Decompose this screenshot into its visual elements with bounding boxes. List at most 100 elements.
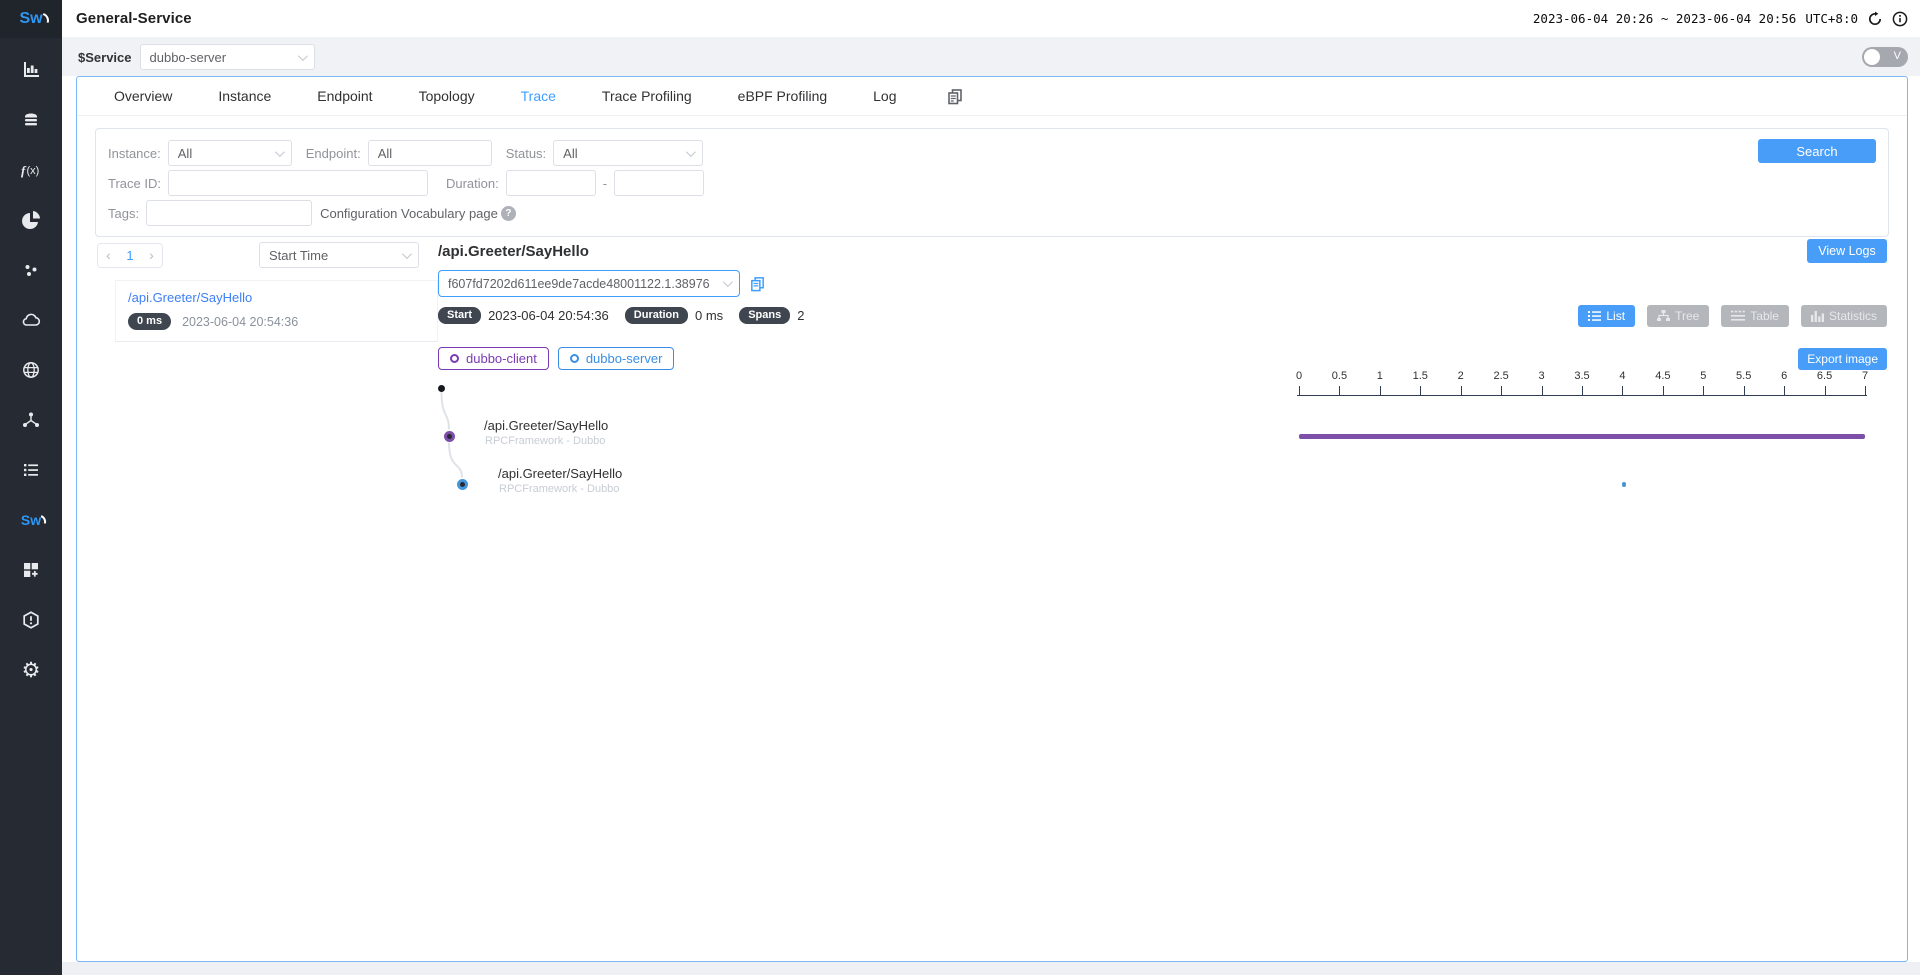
service-bar: $Service dubbo-server V xyxy=(62,38,1920,76)
meta-value-duration: 0 ms xyxy=(695,308,723,323)
axis-tick-label: 2.5 xyxy=(1493,370,1508,382)
pagination: ‹ 1 › xyxy=(97,243,163,268)
axis-tick-label: 6 xyxy=(1781,370,1787,382)
toggle-label: V xyxy=(1894,50,1901,62)
chevron-down-icon xyxy=(686,147,696,157)
sort-select[interactable]: Start Time xyxy=(259,242,419,268)
tab-ebpf-profiling[interactable]: eBPF Profiling xyxy=(715,77,850,116)
view-mode-label: Statistics xyxy=(1829,309,1877,323)
trace-meta: Start2023-06-04 20:54:36Duration0 msSpan… xyxy=(438,307,820,324)
axis-tick-mark xyxy=(1744,386,1745,395)
tab-instance[interactable]: Instance xyxy=(195,77,294,116)
view-mode-label: List xyxy=(1606,309,1625,323)
docs-copy-icon[interactable] xyxy=(946,87,964,105)
tree-view-button[interactable]: Tree xyxy=(1647,305,1709,327)
search-button[interactable]: Search xyxy=(1758,139,1876,163)
legend-dubbo-client[interactable]: dubbo-client xyxy=(438,347,549,370)
tree-view-icon xyxy=(1657,310,1670,322)
svg-text:(x): (x) xyxy=(27,165,40,177)
statistics-view-button[interactable]: Statistics xyxy=(1801,305,1887,327)
axis-tick-label: 7 xyxy=(1862,370,1868,382)
duration-separator: - xyxy=(603,176,607,191)
globe-icon[interactable] xyxy=(19,358,43,382)
auto-refresh-toggle[interactable]: V xyxy=(1862,47,1908,67)
tab-trace[interactable]: Trace xyxy=(498,77,579,116)
service-select-value: dubbo-server xyxy=(150,50,227,65)
service-select[interactable]: dubbo-server xyxy=(140,44,315,70)
status-select[interactable]: All xyxy=(553,140,703,166)
legend-dubbo-server[interactable]: dubbo-server xyxy=(558,347,675,370)
instance-select[interactable]: All xyxy=(168,140,292,166)
services-legend: dubbo-client dubbo-server xyxy=(438,347,674,370)
span-dot[interactable] xyxy=(457,479,468,490)
trace-chart: 00.511.522.533.544.555.566.57 /api.Greet… xyxy=(438,370,1887,530)
dashboard-plus-icon[interactable] xyxy=(19,558,43,582)
trace-list-panel: ‹ 1 › Start Time /api.Greeter/SayHello0 … xyxy=(97,242,438,342)
current-page-number[interactable]: 1 xyxy=(119,248,141,263)
axis-tick-mark xyxy=(1703,386,1704,395)
service-circle-icon xyxy=(450,354,459,363)
trace-id-value: f607fd7202d611ee9de7acde48001122.1.38976… xyxy=(448,277,710,291)
service-circle-icon xyxy=(570,354,579,363)
export-image-button[interactable]: Export image xyxy=(1798,348,1887,370)
time-range-text[interactable]: 2023-06-04 20:26 ~ 2023-06-04 20:56 xyxy=(1533,11,1796,26)
span-endpoint[interactable]: /api.Greeter/SayHello xyxy=(484,418,608,433)
duration-max-input[interactable] xyxy=(614,170,704,196)
trace-list-item[interactable]: /api.Greeter/SayHello0 ms2023-06-04 20:5… xyxy=(116,281,437,341)
topology-icon[interactable] xyxy=(19,408,43,432)
bar-chart-icon[interactable] xyxy=(19,58,43,82)
sidebar-menu: f(x) Sw xyxy=(0,38,62,682)
trace-id-select[interactable]: f607fd7202d611ee9de7acde48001122.1.38976… xyxy=(438,270,740,297)
tab-overview[interactable]: Overview xyxy=(91,77,195,116)
legend-label: dubbo-client xyxy=(466,351,537,366)
axis-tick-mark xyxy=(1380,386,1381,395)
help-icon[interactable]: ? xyxy=(501,206,516,221)
scatter-dots-icon[interactable] xyxy=(19,258,43,282)
tab-log[interactable]: Log xyxy=(850,77,919,116)
trace-item-endpoint[interactable]: /api.Greeter/SayHello xyxy=(128,290,425,305)
meta-value-start: 2023-06-04 20:54:36 xyxy=(488,308,609,323)
skywalking-logo[interactable]: Sw xyxy=(0,0,62,38)
view-mode-buttons: List Tree Table Statistics xyxy=(1578,305,1887,327)
instance-select-value: All xyxy=(178,146,192,161)
page-title: General-Service xyxy=(76,10,192,27)
skywalking-app: Sw f(x) xyxy=(0,0,1920,975)
cloud-icon[interactable] xyxy=(19,308,43,332)
function-icon[interactable]: f(x) xyxy=(19,158,43,182)
axis-tick-label: 2 xyxy=(1458,370,1464,382)
chevron-down-icon xyxy=(402,249,412,259)
layers-icon[interactable] xyxy=(19,108,43,132)
span-component: RPCFramework - Dubbo xyxy=(499,483,619,495)
tags-input[interactable] xyxy=(146,200,312,226)
view-logs-button[interactable]: View Logs xyxy=(1807,239,1887,263)
tab-endpoint[interactable]: Endpoint xyxy=(294,77,395,116)
list-view-button[interactable]: List xyxy=(1578,305,1635,327)
skywalking-icon[interactable]: Sw xyxy=(19,508,43,532)
endpoint-input[interactable] xyxy=(368,140,492,166)
main-panel: OverviewInstanceEndpointTopologyTraceTra… xyxy=(76,76,1908,962)
alert-hexagon-icon[interactable] xyxy=(19,608,43,632)
pie-chart-icon[interactable] xyxy=(19,208,43,232)
span-duration-bar[interactable] xyxy=(1622,482,1626,487)
span-duration-bar[interactable] xyxy=(1299,434,1865,439)
tab-topology[interactable]: Topology xyxy=(396,77,498,116)
trace-list-items: /api.Greeter/SayHello0 ms2023-06-04 20:5… xyxy=(115,280,438,342)
vocabulary-link[interactable]: Configuration Vocabulary page xyxy=(320,206,498,221)
refresh-icon[interactable] xyxy=(1867,11,1883,27)
axis-tick-mark xyxy=(1663,386,1664,395)
axis-tick-label: 3 xyxy=(1539,370,1545,382)
list-icon[interactable] xyxy=(19,458,43,482)
trace-id-input[interactable] xyxy=(168,170,428,196)
settings-gear-icon[interactable]: ⚙ xyxy=(19,658,43,682)
trace-filter-box: Instance: All Endpoint: Status: All Trac… xyxy=(95,128,1889,237)
span-endpoint[interactable]: /api.Greeter/SayHello xyxy=(498,466,622,481)
table-view-button[interactable]: Table xyxy=(1721,305,1789,327)
span-dot[interactable] xyxy=(444,431,455,442)
info-icon[interactable] xyxy=(1892,11,1908,27)
tab-trace-profiling[interactable]: Trace Profiling xyxy=(579,77,715,116)
next-page-icon[interactable]: › xyxy=(141,244,162,267)
endpoint-filter-label: Endpoint: xyxy=(306,146,361,161)
copy-trace-id-icon[interactable] xyxy=(749,275,766,292)
duration-min-input[interactable] xyxy=(506,170,596,196)
prev-page-icon[interactable]: ‹ xyxy=(98,244,119,267)
